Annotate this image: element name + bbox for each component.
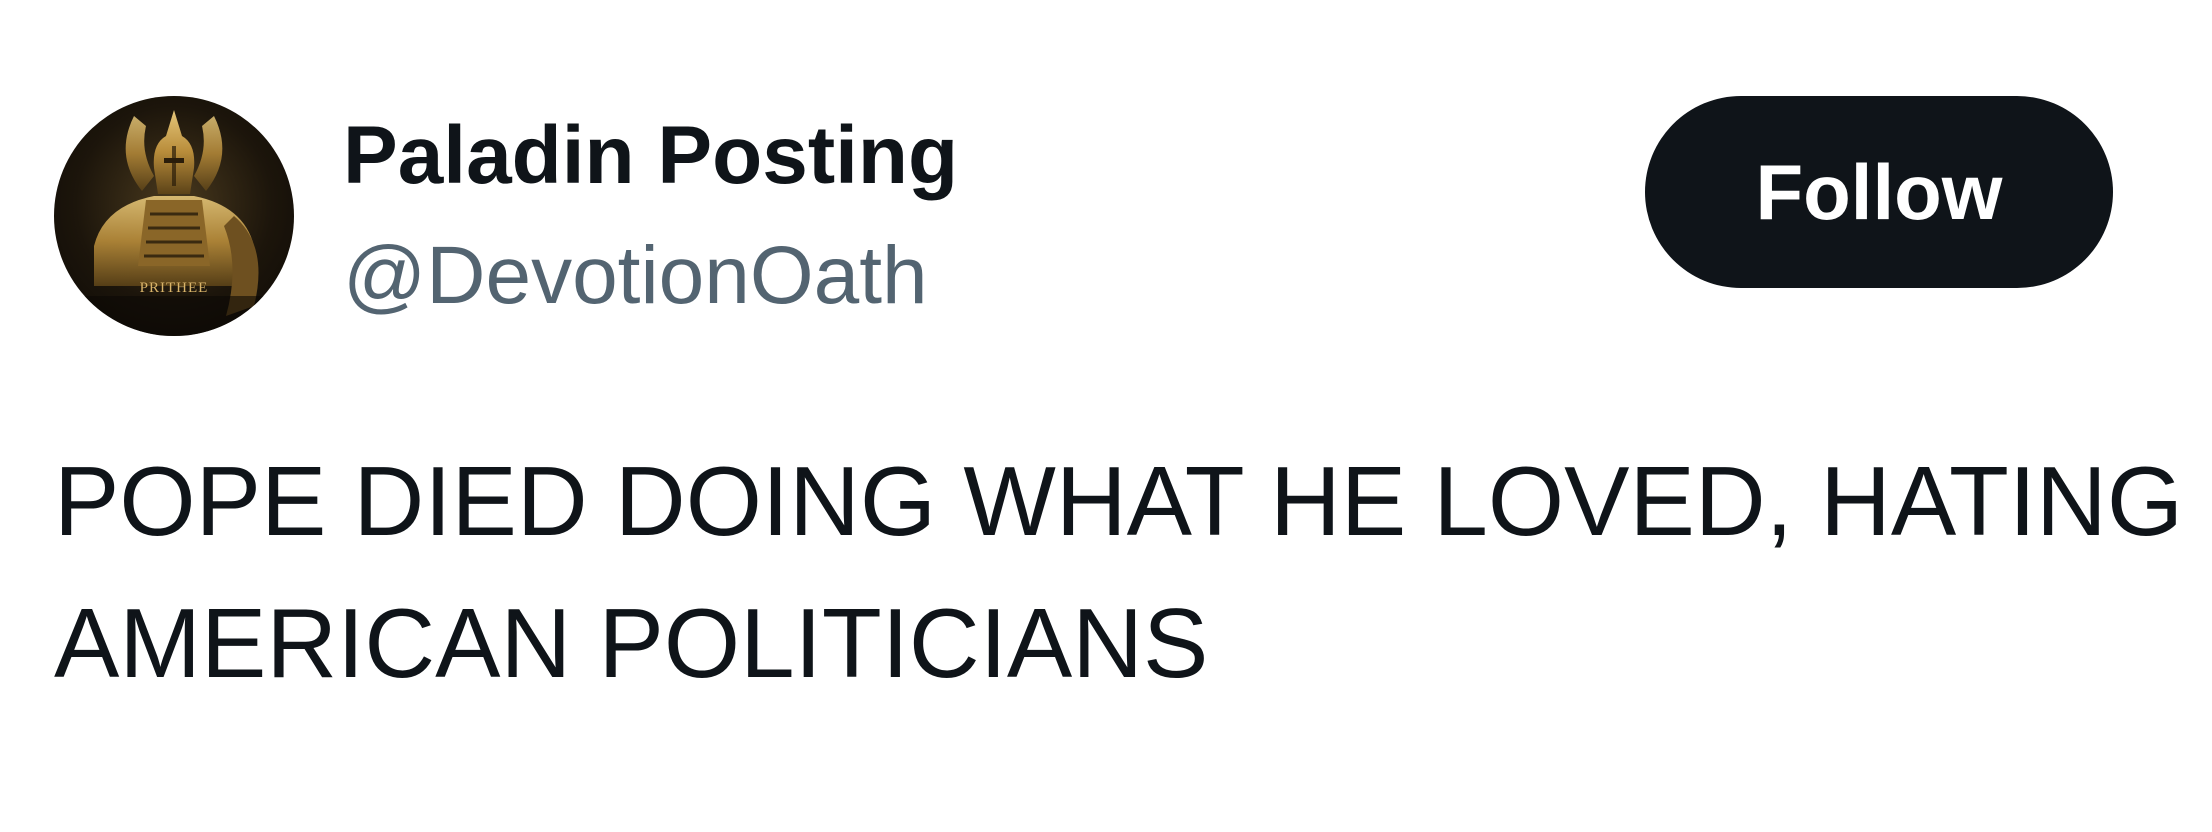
author-display-name[interactable]: Paladin Posting: [343, 108, 958, 204]
tweet-text: POPE DIED DOING WHAT HE LOVED, HATING AM…: [54, 430, 2184, 714]
avatar-caption: PRITHEE: [139, 280, 209, 296]
author-handle[interactable]: @DevotionOath: [343, 228, 928, 324]
tweet-text-line: POPE DIED DOING WHAT HE LOVED, HATING: [54, 446, 2184, 556]
tweet-card: PRITHEE Paladin Posting @DevotionOath Fo…: [0, 0, 2212, 832]
armored-paladin-avatar-icon: [54, 110, 294, 336]
follow-button[interactable]: Follow: [1645, 96, 2113, 288]
avatar[interactable]: PRITHEE: [54, 96, 294, 336]
tweet-text-line: AMERICAN POLITICIANS: [54, 588, 1209, 698]
